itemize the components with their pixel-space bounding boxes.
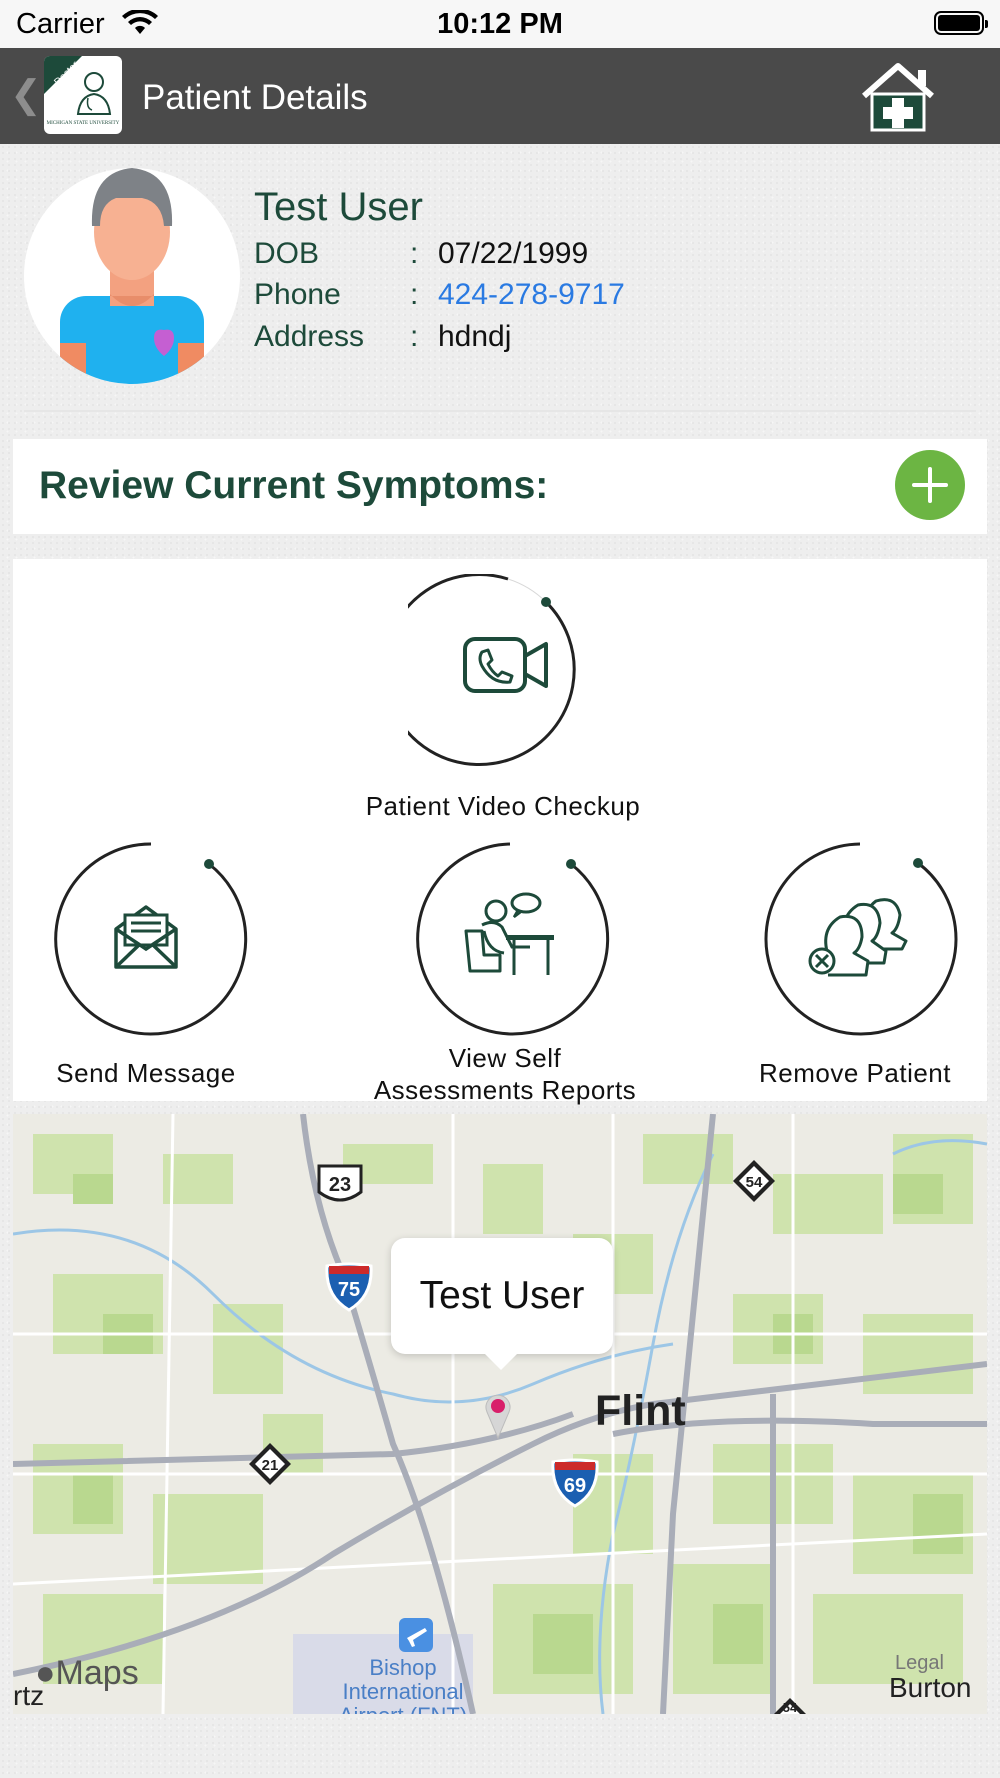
clock: 10:12 PM [437, 8, 563, 40]
status-bar: Carrier 10:12 PM [0, 0, 1000, 48]
doctor-logo-icon: Doctor MICHIGAN STATE UNIVERSITY [44, 56, 120, 126]
video-checkup-button[interactable]: Patient Video Checkup [366, 574, 640, 821]
airport-icon [399, 1618, 433, 1652]
separator: : [410, 278, 419, 311]
maps-attribution: ●Maps [35, 1654, 139, 1693]
route-21-shield: 21 [249, 1443, 291, 1485]
chevron-left-icon[interactable]: ❮ [10, 72, 42, 117]
phone-label: Phone [254, 278, 341, 311]
apple-logo-icon: ● [35, 1654, 56, 1692]
svg-text:69: 69 [564, 1475, 586, 1497]
svg-text:21: 21 [262, 1457, 279, 1474]
nav-bar: ❮ Doctor MICHIGAN STATE UNIVERSITY Patie… [0, 48, 1000, 144]
patient-location-map[interactable]: 23 75 54 21 69 54 Bishop International A… [13, 1114, 987, 1714]
avatar [24, 168, 240, 384]
view-assessments-label-line1: View Self [448, 1043, 562, 1073]
separator: : [410, 237, 419, 270]
city-label-burton: Burton [889, 1672, 972, 1703]
route-23-shield: 23 [317, 1164, 363, 1202]
symptoms-heading: Review Current Symptoms: [39, 464, 549, 507]
phone-link[interactable]: 424-278-9717 [438, 278, 625, 312]
view-assessments-label: View Self Assessments Reports [350, 1042, 660, 1106]
map-pin-icon[interactable] [483, 1392, 513, 1440]
actions-card: Patient Video Checkup Send Message View … [13, 559, 987, 1105]
remove-patient-button[interactable]: Remove Patient [759, 839, 960, 1088]
remove-patient-label: Remove Patient [759, 1058, 951, 1088]
airport-label-line2: International [342, 1679, 464, 1704]
send-message-label: Send Message [56, 1058, 236, 1088]
view-assessments-button[interactable]: View Self Assessments Reports [374, 839, 636, 1105]
address-value: hdndj [438, 320, 512, 353]
logo-university-text: MICHIGAN STATE UNIVERSITY [47, 121, 120, 126]
app-logo: Doctor MICHIGAN STATE UNIVERSITY [44, 56, 122, 134]
dob-label: DOB [254, 237, 320, 270]
city-label-flint: Flint [595, 1387, 686, 1435]
route-75-shield: 75 [325, 1262, 373, 1312]
maps-brand: Maps [55, 1654, 139, 1692]
svg-text:54: 54 [783, 1700, 798, 1714]
divider [24, 410, 976, 412]
home-medical-icon[interactable] [858, 60, 938, 132]
airport-label: Bishop International Airport (FNT) [303, 1655, 503, 1715]
svg-text:75: 75 [338, 1279, 360, 1301]
remove-user-icon [808, 898, 908, 977]
airport-label-line1: Bishop [369, 1655, 437, 1680]
envelope-icon [114, 905, 178, 969]
battery-icon [934, 11, 988, 35]
svg-text:23: 23 [329, 1174, 351, 1196]
map-pin-label: Test User [419, 1274, 585, 1317]
route-54-shield: 54 [733, 1160, 775, 1202]
symptoms-card: Review Current Symptoms: [13, 439, 987, 534]
map-pin-callout[interactable]: Test User [391, 1238, 613, 1370]
add-symptom-button[interactable] [895, 450, 965, 520]
separator: : [410, 320, 419, 353]
legal-link[interactable]: Legal [895, 1652, 944, 1675]
patient-name: Test User [254, 185, 423, 229]
send-message-button[interactable]: Send Message [51, 839, 251, 1088]
svg-text:54: 54 [746, 1174, 763, 1191]
video-checkup-label: Patient Video Checkup [365, 791, 641, 821]
page-title: Patient Details [142, 78, 368, 117]
self-assessment-icon [464, 892, 554, 975]
address-label: Address [254, 320, 365, 353]
dob-value: 07/22/1999 [438, 237, 589, 270]
route-69-shield: 69 [551, 1458, 599, 1508]
airport-label-line3: Airport (FNT) [303, 1704, 503, 1715]
video-call-icon [463, 637, 548, 693]
route-54-shield-bottom: 54 [774, 1698, 806, 1714]
view-assessments-label-line2: Assessments Reports [373, 1075, 637, 1105]
